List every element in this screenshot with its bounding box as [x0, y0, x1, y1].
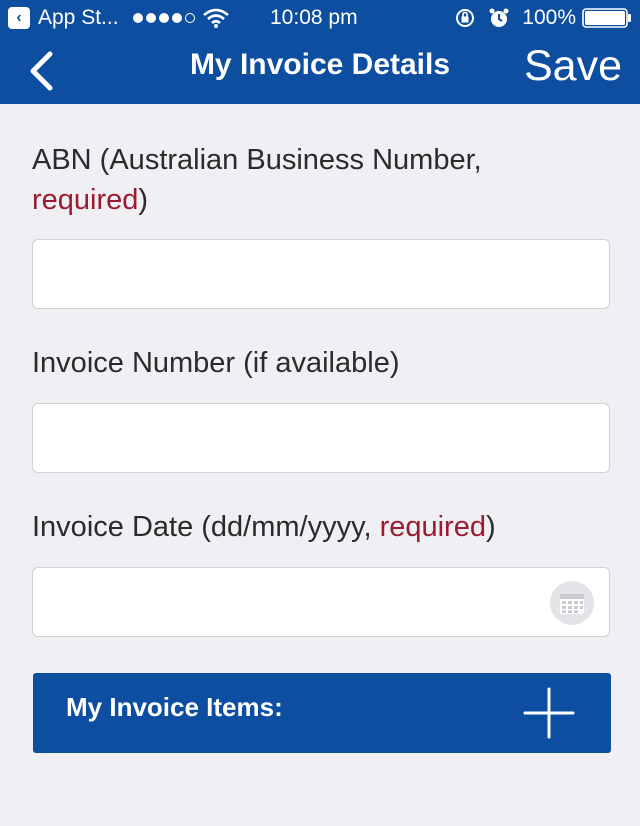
abn-label-text: ABN (Australian Business Number,: [32, 144, 482, 176]
wifi-icon: [202, 8, 229, 28]
calendar-icon[interactable]: [549, 580, 595, 626]
invoice-number-input[interactable]: [32, 403, 610, 473]
invoice-items-label: My Invoice Items:: [66, 692, 283, 722]
invoice-date-input[interactable]: [32, 567, 610, 637]
alarm-icon: [489, 8, 509, 27]
abn-label-close: ): [138, 184, 149, 216]
nav-bar: My Invoice Details Save: [0, 36, 640, 104]
invoice-date-label-close: ): [485, 511, 496, 543]
battery-percent: 100%: [522, 6, 576, 29]
status-left: ‹ App St...: [8, 4, 229, 32]
invoice-items-bar[interactable]: My Invoice Items:: [33, 673, 611, 753]
invoice-number-label: Invoice Number (if available): [32, 347, 400, 379]
status-right: 100%: [454, 4, 632, 32]
back-to-app-label[interactable]: App St...: [38, 6, 119, 30]
abn-input[interactable]: [32, 239, 610, 309]
status-time: 10:08 pm: [270, 6, 358, 29]
orientation-lock-icon: [456, 9, 475, 27]
invoice-date-required-text: required: [379, 511, 486, 543]
abn-label: ABN (Australian Business Number, require…: [32, 140, 592, 220]
back-to-app-icon[interactable]: ‹: [8, 7, 30, 29]
battery-icon: [582, 8, 631, 28]
invoice-date-label: Invoice Date (dd/mm/yyyy, required): [32, 507, 496, 547]
cellular-signal-icon: [132, 13, 195, 23]
status-bar: ‹ App St... 10:08 pm 100%: [0, 0, 640, 36]
save-button[interactable]: Save: [524, 42, 622, 90]
invoice-date-label-text: Invoice Date (dd/mm/yyyy,: [32, 511, 380, 543]
abn-required-text: required: [32, 184, 139, 216]
top-bar: ‹ App St... 10:08 pm 100% My Invoice Det…: [0, 0, 640, 104]
add-item-icon[interactable]: [523, 687, 575, 739]
